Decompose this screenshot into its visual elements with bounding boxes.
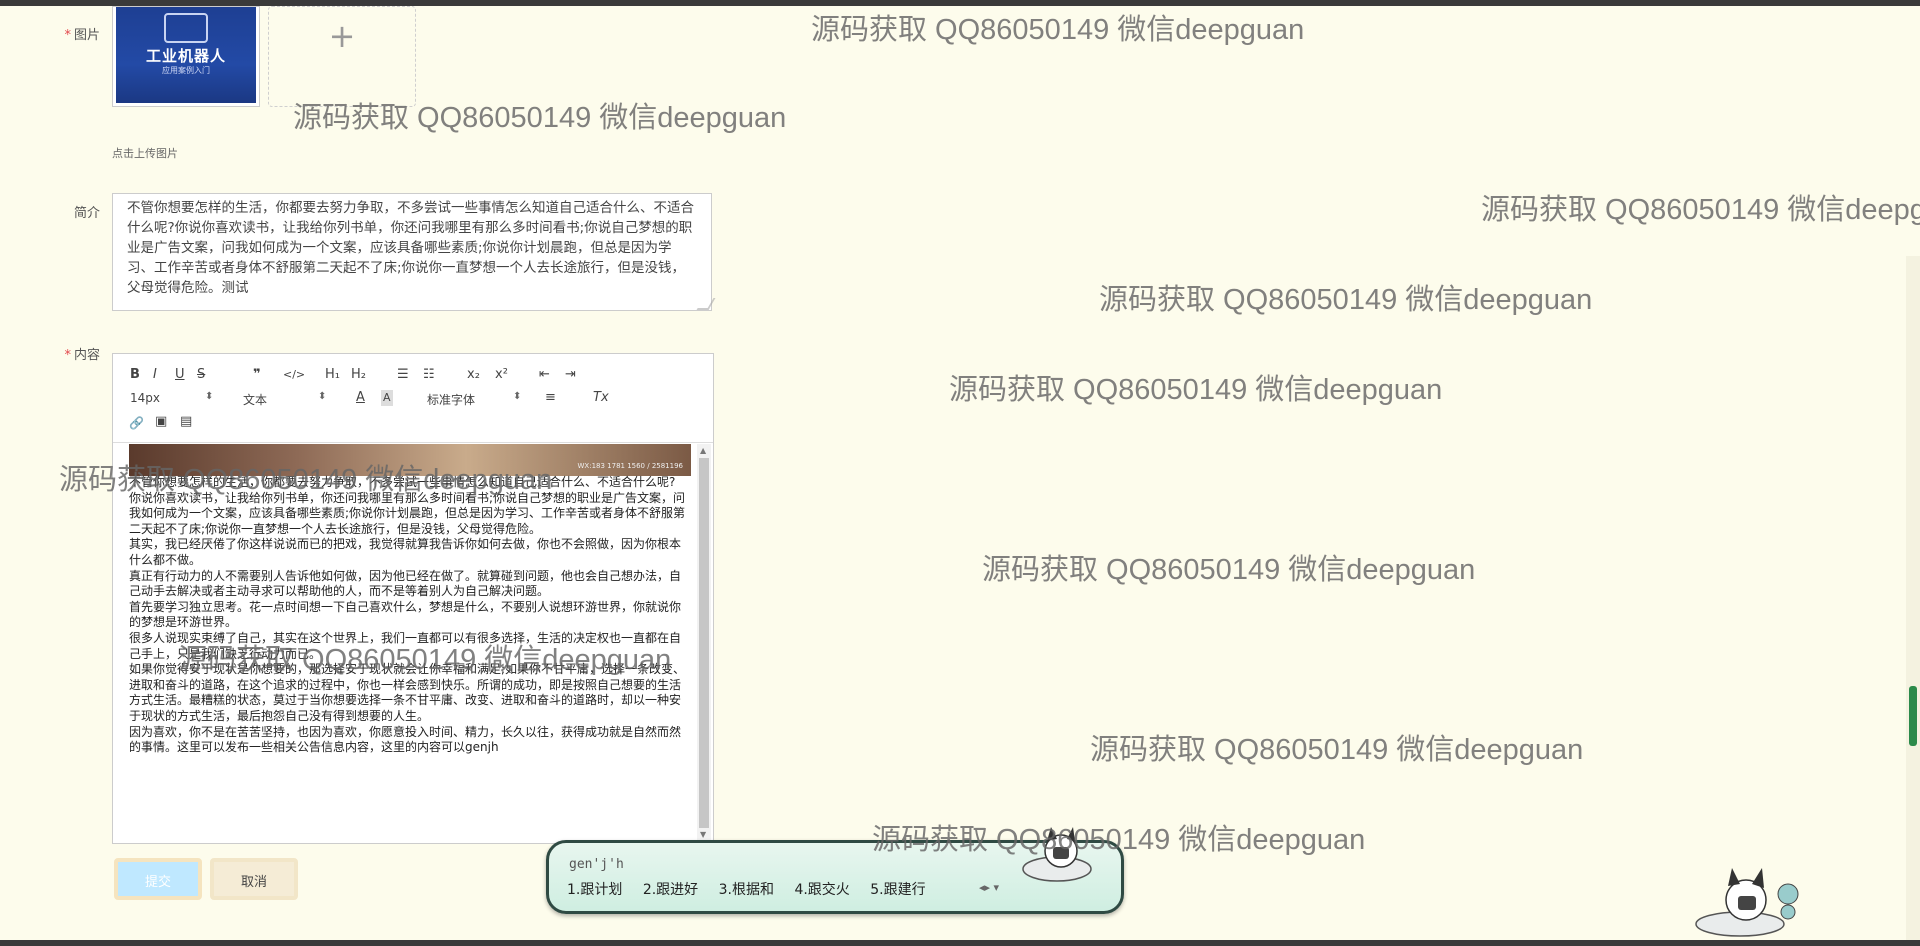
watermark-text: 源码获取 QQ86050149 微信deepguan [1090,734,1584,766]
font-family-select[interactable]: 标准字体 ⬍ [427,391,521,408]
editor-scrollbar[interactable]: ▲ ▼ [697,444,711,841]
ime-candidate[interactable]: 3.根据和 [719,882,774,898]
editor-paragraph: 因为喜欢，你不是在苦苦坚持，也因为喜欢，你愿意投入时间、精力，长久以往，获得成功… [129,724,682,755]
bullet-list-button[interactable]: ☷ [423,367,435,383]
superscript-button[interactable]: x² [495,367,508,383]
ime-page-nav[interactable]: ◂▸ ▾ [979,881,999,894]
intro-label: 简介 [73,206,100,221]
upload-hint: 点击上传图片 [112,147,178,160]
code-block-button[interactable]: </> [283,367,305,383]
robot-illustration [164,13,208,43]
ime-candidate[interactable]: 2.跟进好 [643,882,698,898]
blockquote-button[interactable]: ❞ [253,367,261,383]
watermark-text: 源码获取 QQ86050149 微信deepguan [1481,194,1920,226]
content-label: * 内容 [64,348,100,363]
ime-composition: gen'j'h [569,857,624,872]
ime-candidate[interactable]: 4.跟交火 [794,882,849,898]
align-button[interactable]: ≡ [545,390,556,406]
mascot-icon [1695,868,1799,937]
heading1-button[interactable]: H₁ [325,367,340,383]
ime-candidates: 1.跟计划 2.跟进好 3.根据和 4.跟交火 5.跟建行 [567,879,942,899]
banner-caption: WX:183 1781 1560 / 2581196 [577,462,684,470]
strike-button[interactable]: S [197,367,205,383]
outdent-button[interactable]: ⇤ [539,367,550,383]
heading2-button[interactable]: H₂ [351,367,366,383]
book-title: 工业机器人 [145,47,226,65]
italic-button[interactable]: I [153,367,157,383]
header-select[interactable]: 文本 ⬍ [243,391,327,408]
watermark-text: 源码获取 QQ86050149 微信deepguan [811,14,1305,46]
watermark-text: 源码获取 QQ86050149 微信deepguan [293,102,787,134]
scroll-up-icon[interactable]: ▲ [700,446,706,455]
editor-paragraph: 首先要学习独立思考。花一点时间想一下自己喜欢什么，梦想是什么，不要别人说想环游世… [129,599,682,630]
editor-toolbar: B I U S ❞ </> H₁ H₂ ☰ ☷ x₂ x² ⇤ ⇥ 14px ⬍ … [113,354,713,443]
select-arrow-icon: ⬍ [513,391,522,402]
insert-video-icon[interactable]: ▤ [180,414,192,430]
rich-text-editor: B I U S ❞ </> H₁ H₂ ☰ ☷ x₂ x² ⇤ ⇥ 14px ⬍ … [112,353,714,844]
book-subtitle: 应用案例入门 [162,66,210,75]
scroll-down-icon[interactable]: ▼ [700,830,706,839]
font-size-select[interactable]: 14px ⬍ [130,391,214,405]
watermark-text: 源码获取 QQ86050149 微信deepguan [1099,284,1593,316]
watermark-text: 源码获取 QQ86050149 微信deepguan [982,554,1476,586]
subscript-button[interactable]: x₂ [467,367,480,383]
upload-image-button[interactable]: + [268,6,416,107]
link-icon[interactable]: 🔗 [129,415,144,431]
editor-paragraph: 其实，我已经厌倦了你这样说说而已的把戏，我觉得就算我告诉你如何去做，你也不会照做… [129,537,682,567]
watermark-text: 源码获取 QQ86050149 微信deepguan [178,644,672,676]
underline-button[interactable]: U [175,367,185,383]
watermark-text: 源码获取 QQ86050149 微信deepguan [949,374,1443,406]
ordered-list-button[interactable]: ☰ [397,367,409,383]
uploaded-image-thumbnail[interactable]: 工业机器人 应用案例入门 [112,6,260,107]
clean-format-button[interactable]: Tx [593,390,609,406]
select-arrow-icon: ⬍ [205,391,214,402]
indent-button[interactable]: ⇥ [565,367,576,383]
cancel-button[interactable]: 取消 [210,858,298,900]
editor-scrollbar-thumb[interactable] [699,458,709,828]
editor-text[interactable]: 不管你想要怎样的生活，你都要去努力争取，不多尝试一些事情怎么知道自己适合什么、不… [129,475,689,756]
insert-image-icon[interactable]: ▣ [155,414,167,430]
font-color-button[interactable]: A [356,390,365,406]
ime-candidate[interactable]: 5.跟建行 [870,882,925,898]
select-arrow-icon: ⬍ [318,391,327,402]
image-label: * 图片 [64,28,100,43]
page-scrollbar-thumb[interactable] [1909,686,1917,746]
watermark-text: 源码获取 QQ86050149 微信deepguan [872,824,1366,856]
plus-icon: + [328,17,356,55]
submit-button[interactable]: 提交 [114,858,202,900]
ime-candidate[interactable]: 1.跟计划 [567,882,622,898]
watermark-text: 源码获取 QQ86050149 微信deepguan [59,464,553,496]
background-color-button[interactable]: A [381,390,393,406]
window-bottom-border [0,940,1920,946]
bold-button[interactable]: B [130,367,140,383]
page-scrollbar[interactable] [1906,256,1920,940]
editor-paragraph: 真正有行动力的人不需要别人告诉他如何做，因为他已经在做了。就算碰到问题，他也会自… [129,568,682,599]
book-cover-image: 工业机器人 应用案例入门 [116,7,256,103]
intro-textarea[interactable]: 不管你想要怎样的生活，你都要去努力争取，不多尝试一些事情怎么知道自己适合什么、不… [112,193,712,311]
